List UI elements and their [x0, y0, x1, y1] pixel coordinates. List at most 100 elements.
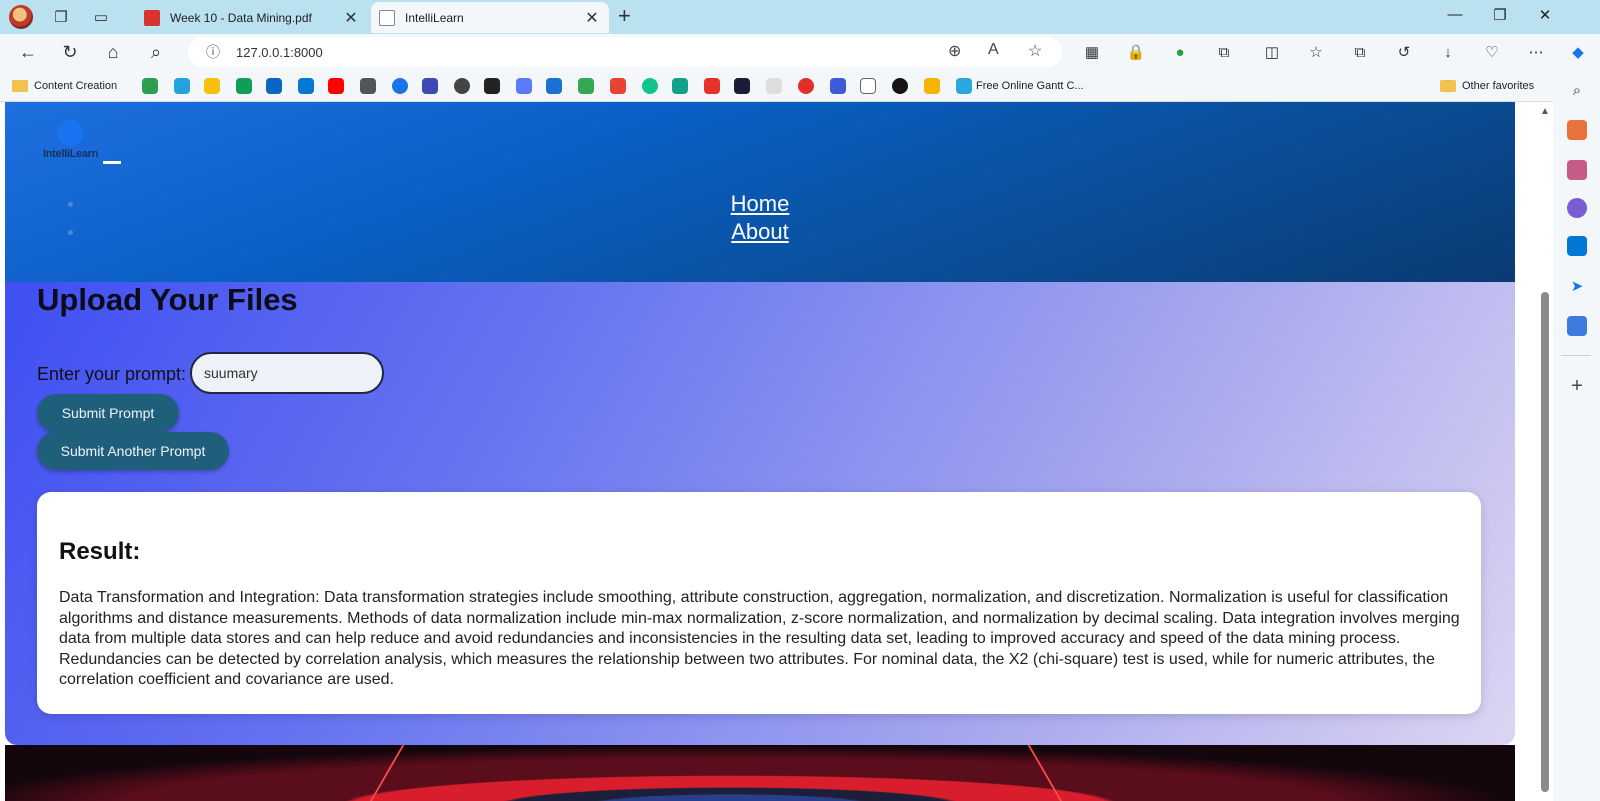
spotify-icon[interactable] — [892, 78, 908, 94]
bookmark-tag-icon[interactable] — [1567, 316, 1587, 336]
bookmark-icon[interactable] — [204, 78, 220, 94]
zoom-icon[interactable]: ⊕ — [948, 41, 961, 61]
bookmark-icon[interactable] — [642, 78, 658, 94]
site-header: IntelliLearn Home About — [5, 102, 1515, 282]
refresh-icon[interactable]: ↻ — [56, 38, 84, 66]
page-viewport: IntelliLearn Home About Upload Your File… — [0, 102, 1537, 801]
bookmark-other-favorites[interactable]: Other favorites — [1440, 77, 1534, 95]
bookmark-icon[interactable] — [798, 78, 814, 94]
profile-avatar[interactable] — [8, 4, 34, 30]
gmail-icon[interactable] — [610, 78, 626, 94]
bookmark-icon[interactable] — [236, 78, 252, 94]
drive-icon[interactable] — [578, 78, 594, 94]
close-tab-icon[interactable]: ✕ — [581, 8, 603, 28]
favorite-star-icon[interactable]: ☆ — [1028, 41, 1042, 61]
decorative-line — [367, 745, 405, 801]
bookmark-icon[interactable] — [142, 78, 158, 94]
history-icon[interactable]: ↺ — [1394, 42, 1414, 62]
close-window-icon[interactable]: ✕ — [1530, 6, 1560, 24]
minimize-icon[interactable]: — — [1440, 6, 1470, 23]
nav-about-link[interactable]: About — [5, 218, 1515, 246]
bookmark-content-creation[interactable]: Content Creation — [12, 77, 117, 95]
read-aloud-icon[interactable]: A — [988, 41, 999, 59]
result-heading: Result: — [59, 538, 141, 565]
tab-actions-icon[interactable]: ▭ — [88, 4, 114, 30]
search-icon[interactable]: ⌕ — [142, 38, 170, 66]
tab-intellilearn[interactable]: IntelliLearn ✕ — [371, 2, 609, 33]
lock-extension-icon[interactable]: 🔒 — [1126, 42, 1146, 62]
scrollbar-thumb[interactable] — [1541, 292, 1549, 792]
search-icon[interactable]: ⌕ — [1567, 80, 1587, 100]
site-info-icon[interactable]: ⓘ — [206, 42, 220, 62]
copilot-app-icon[interactable] — [1567, 198, 1587, 218]
edge-sidebar: ⌕ ➤ + — [1553, 70, 1600, 801]
bookmark-icon[interactable] — [546, 78, 562, 94]
add-icon[interactable]: + — [1567, 375, 1587, 397]
bookmark-icon[interactable] — [360, 78, 376, 94]
background-artwork — [5, 745, 1515, 801]
result-card: Result: Data Transformation and Integrat… — [37, 492, 1481, 714]
folder-icon — [1440, 80, 1456, 92]
gemini-icon[interactable] — [516, 78, 532, 94]
page-icon[interactable] — [860, 78, 876, 94]
new-tab-button[interactable]: + — [618, 3, 631, 29]
bookmark-icon[interactable] — [422, 78, 438, 94]
outlook-icon[interactable] — [1567, 236, 1587, 256]
bookmark-gantt[interactable]: Free Online Gantt C... — [976, 77, 1084, 95]
restore-icon[interactable]: ❐ — [1485, 6, 1515, 24]
tools-icon[interactable] — [1567, 120, 1587, 140]
outlook-icon[interactable] — [298, 78, 314, 94]
bookmark-icon[interactable] — [174, 78, 190, 94]
wix-icon[interactable] — [766, 78, 782, 94]
people-icon[interactable] — [1567, 160, 1587, 180]
bookmark-icon[interactable] — [924, 78, 940, 94]
bookmark-icon[interactable] — [484, 78, 500, 94]
prompt-label: Enter your prompt: — [37, 364, 187, 384]
main-nav: Home About — [5, 190, 1515, 246]
tab-week10-pdf[interactable]: Week 10 - Data Mining.pdf ✕ — [136, 2, 368, 33]
url-text: 127.0.0.1:8000 — [236, 44, 323, 60]
favorites-icon[interactable]: ☆ — [1306, 42, 1326, 62]
bookmark-icon[interactable] — [704, 78, 720, 94]
copilot-icon[interactable]: ◆ — [1568, 42, 1588, 62]
bookmark-icon[interactable] — [392, 78, 408, 94]
decorative-line — [1027, 745, 1065, 801]
extensions-icon[interactable]: ⧉ — [1214, 42, 1234, 62]
linkedin-icon[interactable] — [266, 78, 282, 94]
logo-decoration — [103, 161, 121, 164]
youtube-icon[interactable] — [328, 78, 344, 94]
browser-toolbar: ← ↻ ⌂ ⌕ ⓘ 127.0.0.1:8000 ⊕ A ☆ ▦ 🔒 ● ⧉ ◫… — [0, 34, 1600, 70]
downloads-icon[interactable]: ↓ — [1438, 42, 1458, 62]
gantt-icon[interactable] — [956, 78, 972, 94]
bookmark-icon[interactable] — [454, 78, 470, 94]
folder-icon — [12, 80, 28, 92]
divider — [1561, 355, 1591, 356]
back-icon[interactable]: ← — [14, 38, 42, 66]
performance-icon[interactable]: ♡ — [1482, 42, 1502, 62]
green-extension-icon[interactable]: ● — [1170, 42, 1190, 62]
scroll-up-icon[interactable]: ▲ — [1540, 106, 1550, 117]
bookmark-label: Content Creation — [34, 80, 118, 92]
bookmark-icon[interactable] — [672, 78, 688, 94]
page-title: Upload Your Files — [37, 282, 298, 317]
more-menu-icon[interactable]: ⋯ — [1526, 42, 1546, 62]
address-bar[interactable]: ⓘ 127.0.0.1:8000 — [188, 37, 1062, 67]
bookmark-label: Other favorites — [1462, 80, 1535, 92]
workspaces-icon[interactable]: ❐ — [48, 4, 74, 30]
bookmark-icon[interactable] — [830, 78, 846, 94]
page-scrollbar[interactable]: ▲ — [1537, 102, 1553, 801]
prompt-input[interactable] — [190, 352, 384, 394]
bookmark-icon[interactable] — [734, 78, 750, 94]
bookmark-label: Free Online Gantt C... — [976, 80, 1084, 92]
home-icon[interactable]: ⌂ — [99, 38, 127, 66]
collections-icon[interactable]: ⧉ — [1350, 42, 1370, 62]
tab-title: IntelliLearn — [405, 10, 464, 25]
apps-icon[interactable]: ▦ — [1082, 42, 1102, 62]
submit-another-prompt-button[interactable]: Submit Another Prompt — [37, 432, 229, 470]
submit-prompt-button[interactable]: Submit Prompt — [37, 394, 179, 432]
split-screen-icon[interactable]: ◫ — [1262, 42, 1282, 62]
nav-home-link[interactable]: Home — [5, 190, 1515, 218]
pdf-icon — [144, 9, 160, 26]
close-tab-icon[interactable]: ✕ — [340, 8, 362, 28]
send-icon[interactable]: ➤ — [1567, 276, 1587, 296]
